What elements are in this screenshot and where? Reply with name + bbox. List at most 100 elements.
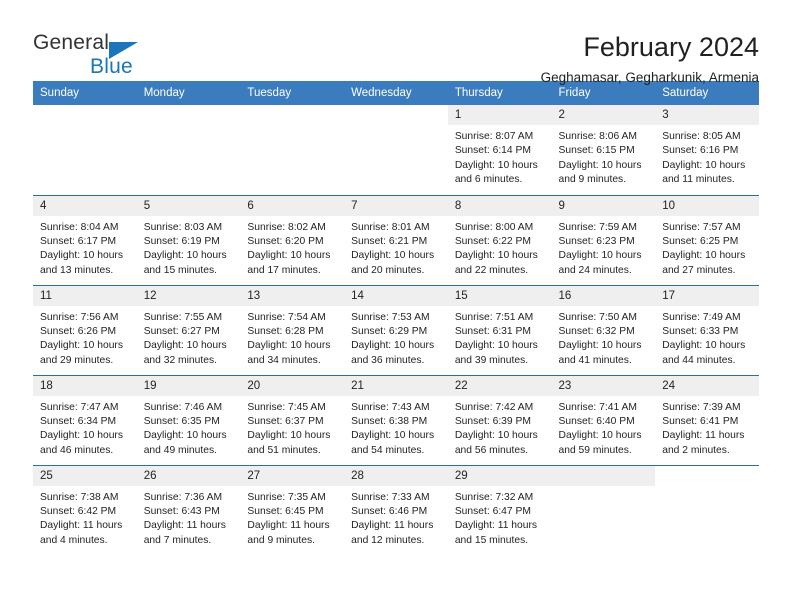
sunset-text: Sunset: 6:34 PM: [40, 415, 117, 427]
daylight-text-line1: Daylight: 10 hours: [454, 250, 538, 262]
sunrise-text: Sunrise: 7:51 AM: [454, 311, 534, 323]
calendar-day[interactable]: 28 Sunrise: 7:33 AM Sunset: 6:46 PM Dayligh…: [344, 465, 448, 556]
daylight-text-line1: Daylight: 10 hours: [558, 250, 642, 262]
daylight-text-line1: Daylight: 11 hours: [351, 520, 434, 532]
day-number: [551, 465, 656, 486]
calendar-day[interactable]: 8 Sunrise: 8:00 AM Sunset: 6:22 PM Daylight…: [447, 195, 552, 285]
day-number: [240, 105, 344, 125]
calendar-day[interactable]: 20 Sunrise: 7:45 AM Sunset: 6:37 PM Dayligh…: [240, 375, 345, 465]
calendar-day[interactable]: 15 Sunrise: 7:51 AM Sunset: 6:31 PM Dayligh…: [447, 285, 552, 375]
sunset-text: Sunset: 6:27 PM: [143, 325, 220, 337]
calendar-day[interactable]: 17 Sunrise: 7:49 AM Sunset: 6:33 PM Dayligh…: [655, 285, 759, 375]
sunset-text: Sunset: 6:33 PM: [662, 325, 739, 337]
calendar-day[interactable]: 27 Sunrise: 7:35 AM Sunset: 6:45 PM Dayligh…: [240, 465, 345, 556]
day-number: 17: [655, 285, 759, 306]
daylight-text-line1: Daylight: 10 hours: [40, 250, 123, 262]
day-number: 24: [655, 375, 759, 396]
calendar-cell: [33, 105, 137, 195]
day-number: 21: [344, 375, 448, 396]
day-number: 10: [655, 195, 759, 216]
calendar-day[interactable]: 19 Sunrise: 7:46 AM Sunset: 6:35 PM Dayligh…: [136, 375, 241, 465]
calendar-day[interactable]: 5 Sunrise: 8:03 AM Sunset: 6:19 PM Daylight…: [136, 195, 241, 285]
general-blue-logo[interactable]: General Blue: [33, 31, 153, 83]
day-number: [33, 105, 137, 125]
calendar-day[interactable]: 1 Sunrise: 8:07 AM Sunset: 6:14 PM Daylight…: [447, 105, 552, 195]
page-title: February 2024: [583, 32, 759, 62]
day-number: 2: [551, 105, 656, 125]
calendar-cell: 23 Sunrise: 7:41 AM Sunset: 6:40 PM Dayligh…: [551, 374, 656, 465]
sunrise-text: Sunrise: 7:45 AM: [247, 401, 326, 413]
day-sun-info: Sunrise: 7:49 AM Sunset: 6:33 PM Daylight:…: [655, 306, 759, 369]
calendar-day[interactable]: 13 Sunrise: 7:54 AM Sunset: 6:28 PM Dayligh…: [240, 285, 345, 375]
calendar-cell: 5 Sunrise: 8:03 AM Sunset: 6:19 PM Daylight…: [136, 194, 241, 285]
calendar-cell: [655, 464, 759, 555]
day-sun-info: Sunrise: 7:38 AM Sunset: 6:42 PM Daylight:…: [33, 486, 137, 549]
calendar-cell: 13 Sunrise: 7:54 AM Sunset: 6:28 PM Dayligh…: [240, 284, 345, 375]
calendar-day[interactable]: 11 Sunrise: 7:56 AM Sunset: 6:26 PM Dayligh…: [33, 285, 137, 375]
calendar-day[interactable]: 6 Sunrise: 8:02 AM Sunset: 6:20 PM Daylight…: [240, 195, 345, 285]
daylight-text-line2: and 56 minutes.: [454, 444, 529, 456]
calendar-day[interactable]: 29 Sunrise: 7:32 AM Sunset: 6:47 PM Dayligh…: [447, 465, 552, 556]
sunset-text: Sunset: 6:47 PM: [454, 505, 531, 517]
calendar-day[interactable]: 4 Sunrise: 8:04 AM Sunset: 6:17 PM Daylight…: [33, 195, 137, 285]
calendar-day[interactable]: 26 Sunrise: 7:36 AM Sunset: 6:43 PM Dayligh…: [136, 465, 241, 556]
calendar-day[interactable]: 24 Sunrise: 7:39 AM Sunset: 6:41 PM Dayligh…: [655, 375, 759, 465]
day-number: 6: [240, 195, 345, 216]
sunrise-text: Sunrise: 7:53 AM: [351, 311, 430, 323]
day-sun-info: Sunrise: 7:53 AM Sunset: 6:29 PM Daylight:…: [344, 306, 448, 369]
day-sun-info: Sunrise: 7:39 AM Sunset: 6:41 PM Daylight:…: [655, 396, 759, 459]
calendar-day[interactable]: 23 Sunrise: 7:41 AM Sunset: 6:40 PM Dayligh…: [551, 375, 656, 465]
day-sun-info: Sunrise: 7:59 AM Sunset: 6:23 PM Daylight:…: [552, 216, 656, 279]
calendar-day[interactable]: 22 Sunrise: 7:42 AM Sunset: 6:39 PM Dayligh…: [447, 375, 552, 465]
calendar-day-empty: [137, 105, 241, 195]
calendar-week-row: 1 Sunrise: 8:07 AM Sunset: 6:14 PM Daylight…: [33, 105, 759, 195]
sunset-text: Sunset: 6:40 PM: [558, 415, 635, 427]
calendar-cell: 22 Sunrise: 7:42 AM Sunset: 6:39 PM Dayligh…: [447, 374, 552, 465]
calendar-day[interactable]: 16 Sunrise: 7:50 AM Sunset: 6:32 PM Dayligh…: [551, 285, 656, 375]
daylight-text-line1: Daylight: 10 hours: [351, 430, 435, 442]
day-number: 19: [136, 375, 241, 396]
daylight-text-line2: and 4 minutes.: [40, 534, 108, 546]
sunrise-text: Sunrise: 7:39 AM: [662, 401, 741, 413]
day-number: 1: [447, 105, 552, 125]
sunset-text: Sunset: 6:39 PM: [454, 415, 531, 427]
sunset-text: Sunset: 6:41 PM: [662, 415, 739, 427]
sunrise-text: Sunrise: 7:33 AM: [351, 491, 430, 503]
sunset-text: Sunset: 6:28 PM: [247, 325, 324, 337]
daylight-text-line1: Daylight: 10 hours: [247, 430, 331, 442]
sunrise-text: Sunrise: 7:35 AM: [247, 491, 326, 503]
day-number: 29: [447, 465, 552, 486]
sunrise-text: Sunrise: 7:41 AM: [558, 401, 637, 413]
day-sun-info: Sunrise: 7:47 AM Sunset: 6:34 PM Daylight:…: [33, 396, 137, 459]
calendar-day[interactable]: 2 Sunrise: 8:06 AM Sunset: 6:15 PM Daylight…: [551, 105, 656, 195]
daylight-text-line2: and 12 minutes.: [351, 534, 425, 546]
daylight-text-line1: Daylight: 10 hours: [662, 340, 746, 352]
calendar-day[interactable]: 3 Sunrise: 8:05 AM Sunset: 6:16 PM Daylight…: [655, 105, 759, 195]
calendar-week-row: 25 Sunrise: 7:38 AM Sunset: 6:42 PM Dayligh…: [33, 464, 759, 556]
sunset-text: Sunset: 6:38 PM: [351, 415, 428, 427]
daylight-text-line2: and 9 minutes.: [558, 174, 627, 186]
daylight-text-line2: and 11 minutes.: [662, 174, 735, 186]
calendar-week-row: 11 Sunrise: 7:56 AM Sunset: 6:26 PM Dayligh…: [33, 284, 759, 375]
daylight-text-line2: and 49 minutes.: [143, 444, 217, 456]
logo-text-general: General: [33, 31, 110, 54]
calendar-day[interactable]: 21 Sunrise: 7:43 AM Sunset: 6:38 PM Dayligh…: [344, 375, 448, 465]
daylight-text-line1: Daylight: 11 hours: [143, 520, 226, 532]
day-sun-info: Sunrise: 8:02 AM Sunset: 6:20 PM Daylight:…: [240, 216, 344, 279]
calendar-day[interactable]: 12 Sunrise: 7:55 AM Sunset: 6:27 PM Dayligh…: [136, 285, 241, 375]
day-sun-info: Sunrise: 7:43 AM Sunset: 6:38 PM Daylight:…: [344, 396, 448, 459]
calendar-cell: 12 Sunrise: 7:55 AM Sunset: 6:27 PM Dayligh…: [136, 284, 241, 375]
calendar-day[interactable]: 9 Sunrise: 7:59 AM Sunset: 6:23 PM Daylight…: [551, 195, 656, 285]
sunset-text: Sunset: 6:26 PM: [40, 325, 117, 337]
calendar-day[interactable]: 10 Sunrise: 7:57 AM Sunset: 6:25 PM Dayligh…: [655, 195, 759, 285]
calendar-day[interactable]: 25 Sunrise: 7:38 AM Sunset: 6:42 PM Dayligh…: [33, 465, 137, 556]
sunrise-text: Sunrise: 7:46 AM: [143, 401, 223, 413]
calendar-day[interactable]: 14 Sunrise: 7:53 AM Sunset: 6:29 PM Dayligh…: [344, 285, 448, 375]
sunrise-text: Sunrise: 7:36 AM: [143, 491, 223, 503]
calendar-day-empty: [33, 105, 137, 195]
calendar-day[interactable]: 18 Sunrise: 7:47 AM Sunset: 6:34 PM Dayligh…: [33, 375, 137, 465]
daylight-text-line1: Daylight: 10 hours: [351, 250, 435, 262]
sunrise-text: Sunrise: 7:55 AM: [143, 311, 223, 323]
sunrise-text: Sunrise: 7:38 AM: [40, 491, 119, 503]
calendar-day[interactable]: 7 Sunrise: 8:01 AM Sunset: 6:21 PM Daylight…: [344, 195, 448, 285]
